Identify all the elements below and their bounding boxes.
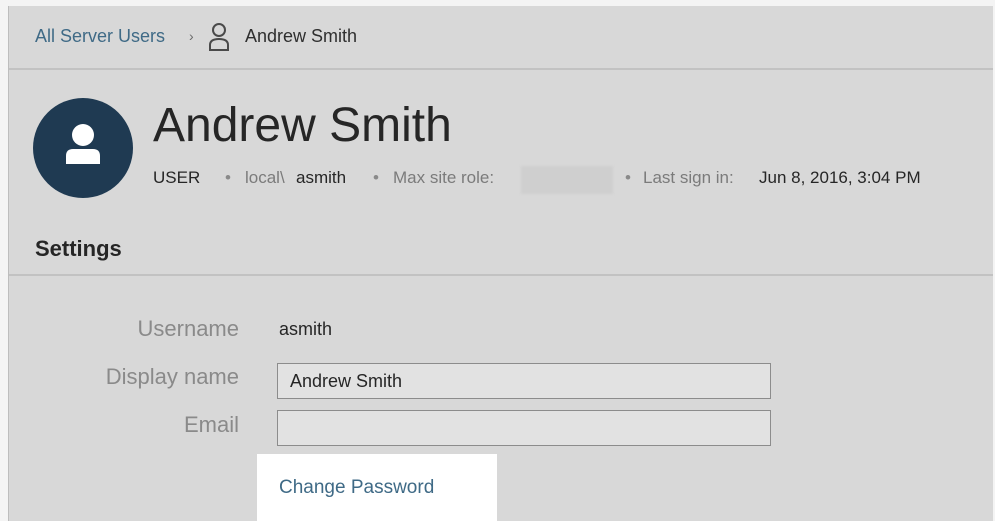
settings-heading: Settings (35, 236, 122, 261)
window-frame: All Server Users › Andrew Smith Andrew S… (0, 0, 995, 521)
section-divider (9, 274, 993, 276)
username-label: Username (137, 316, 239, 341)
change-password-highlight: Change Password (257, 454, 497, 521)
domain-prefix: local\ (245, 168, 285, 187)
breadcrumb: All Server Users › Andrew Smith (9, 6, 993, 70)
user-outline-icon (207, 22, 231, 52)
page-title: Andrew Smith (153, 99, 452, 152)
user-role: USER (153, 168, 201, 187)
redacted-site-role (521, 166, 613, 194)
avatar (33, 98, 133, 198)
meta-separator: • (373, 168, 379, 187)
email-label: Email (183, 412, 239, 437)
change-password-link[interactable]: Change Password (279, 477, 434, 499)
user-silhouette-icon (66, 124, 100, 164)
max-site-role-label: Max site role: (393, 168, 495, 187)
breadcrumb-all-server-users-link[interactable]: All Server Users (35, 26, 165, 47)
meta-separator: • (625, 168, 631, 187)
email-field[interactable] (277, 410, 771, 446)
meta-username: asmith (296, 168, 347, 187)
display-name-field[interactable] (277, 363, 771, 399)
last-sign-in-value: Jun 8, 2016, 3:04 PM (759, 168, 921, 187)
meta-separator: • (225, 168, 231, 187)
user-details-page: All Server Users › Andrew Smith Andrew S… (8, 6, 993, 521)
last-sign-in-label: Last sign in: (643, 168, 734, 187)
username-value: asmith (279, 319, 333, 339)
display-name-label: Display name (105, 364, 239, 389)
breadcrumb-current-user: Andrew Smith (245, 26, 358, 46)
breadcrumb-separator: › (189, 28, 194, 44)
